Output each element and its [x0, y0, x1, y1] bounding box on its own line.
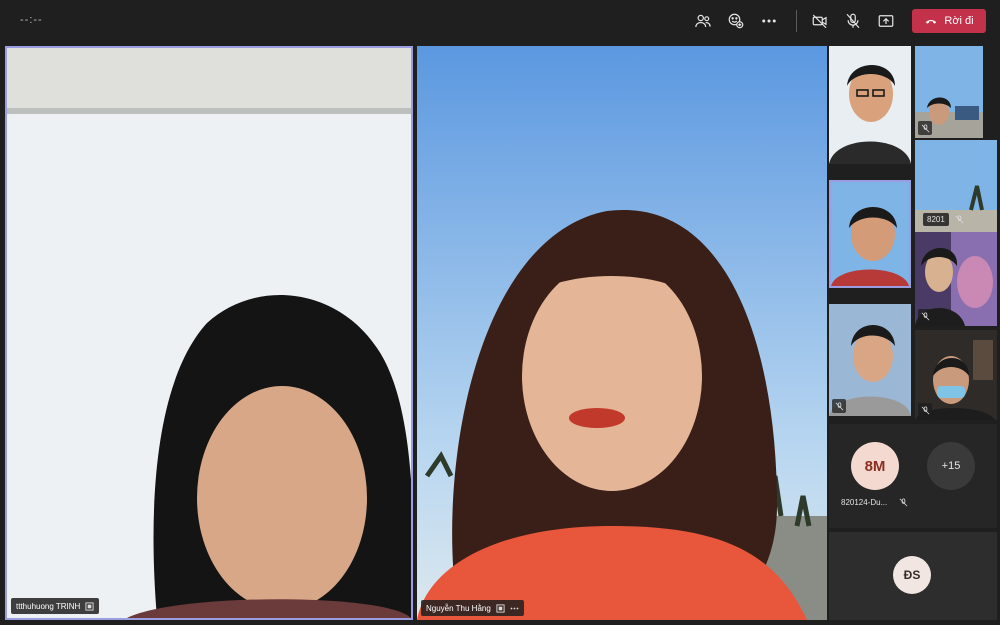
participant-thumbnail[interactable] — [829, 46, 911, 164]
participant-thumbnail[interactable] — [915, 46, 983, 138]
participant-video — [829, 46, 911, 164]
video-tile-nguyen-thu-hang[interactable]: Nguyễn Thu Hằng — [417, 46, 827, 620]
mic-off-icon — [899, 498, 908, 507]
leave-button[interactable]: Rời đi — [912, 9, 986, 33]
self-initials: ĐS — [903, 568, 921, 582]
muted-indicator — [832, 399, 846, 413]
mic-off-icon — [921, 405, 929, 414]
meeting-toolbar: --:-- Rời đi — [0, 0, 1000, 42]
participant-thumbnail-active[interactable] — [829, 180, 911, 288]
participant-thumbnail[interactable] — [829, 304, 911, 416]
leave-label: Rời đi — [944, 15, 974, 27]
more-icon[interactable] — [758, 10, 780, 32]
meeting-timer: --:-- — [20, 14, 43, 26]
self-view: ĐS — [829, 532, 997, 620]
participant-name-tag: Nguyễn Thu Hằng — [421, 600, 524, 616]
participant-video — [7, 48, 411, 618]
avatar[interactable]: 8M — [851, 442, 899, 490]
avatar-name: 820124-Du... — [841, 498, 888, 507]
more-participants-button[interactable]: +15 — [927, 442, 975, 490]
participant-name: Nguyễn Thu Hằng — [426, 603, 491, 613]
participant-thumbnail[interactable] — [915, 330, 997, 420]
avatar-initials: 8M — [864, 457, 886, 475]
hang-up-icon — [926, 19, 937, 24]
participant-thumbnail[interactable]: 8201 — [915, 140, 997, 232]
mic-off-icon — [835, 401, 843, 410]
mic-off-icon — [921, 311, 929, 320]
video-tile-ttthuhuong[interactable]: ttthuhuong TRINH — [5, 46, 413, 620]
participant-video — [831, 182, 909, 286]
participant-name-tag: ttthuhuong TRINH — [11, 598, 100, 614]
mic-off-icon[interactable] — [842, 10, 864, 32]
participants-icon[interactable] — [692, 10, 714, 32]
muted-indicator — [918, 403, 932, 417]
mic-off-icon — [921, 123, 929, 132]
camera-off-icon[interactable] — [809, 10, 831, 32]
mic-off-icon — [955, 215, 964, 224]
more-participants-count: +15 — [941, 460, 961, 472]
muted-indicator — [918, 309, 932, 323]
participant-name: 8201 — [923, 213, 949, 226]
participant-name: ttthuhuong TRINH — [16, 601, 81, 611]
avatar-panel: 8M +15 820124-Du... — [829, 424, 997, 528]
share-icon[interactable] — [875, 10, 897, 32]
pin-icon — [85, 601, 94, 611]
toolbar-divider — [796, 10, 797, 32]
pin-icon — [496, 603, 505, 613]
self-avatar[interactable]: ĐS — [893, 556, 931, 594]
more-options-icon[interactable] — [510, 604, 519, 613]
reactions-icon[interactable] — [725, 10, 747, 32]
participant-video — [417, 46, 827, 620]
participant-thumbnail[interactable] — [915, 232, 997, 326]
muted-indicator — [918, 121, 932, 135]
